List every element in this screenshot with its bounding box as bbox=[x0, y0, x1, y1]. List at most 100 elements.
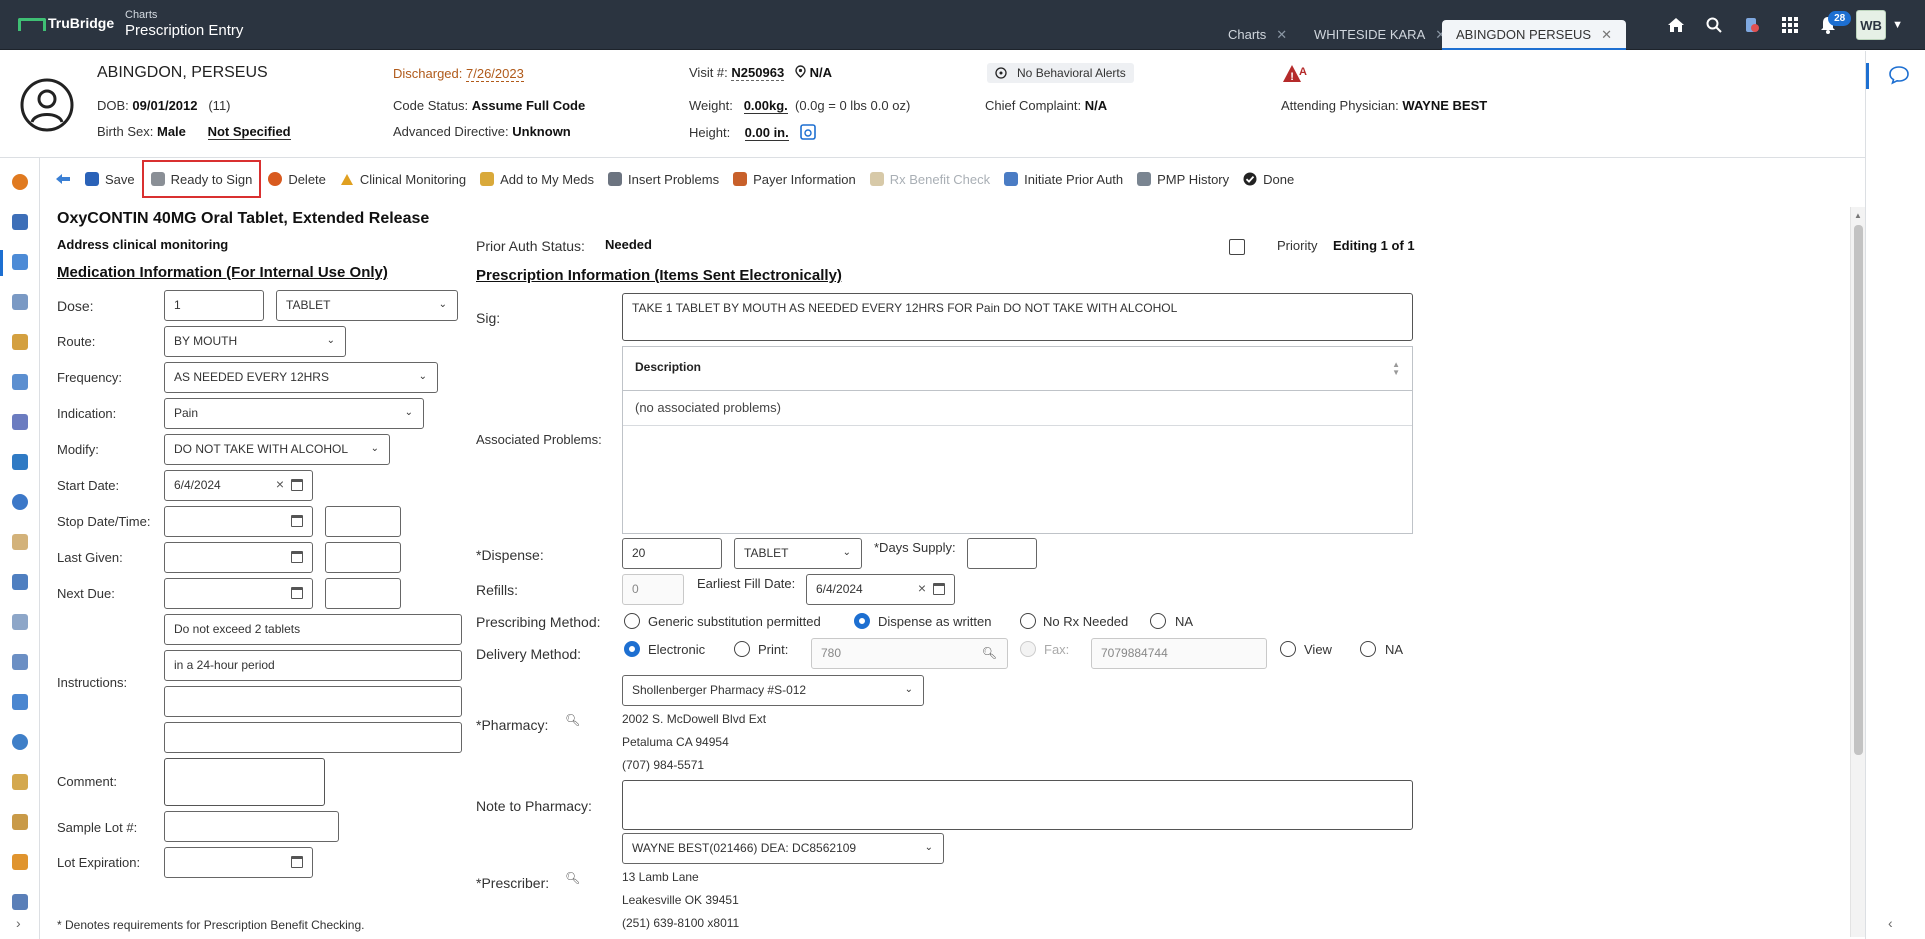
discharged-date[interactable]: 7/26/2023 bbox=[466, 66, 524, 82]
back-button[interactable] bbox=[48, 160, 78, 198]
modify-select[interactable]: DO NOT TAKE WITH ALCOHOL ⌄ bbox=[164, 434, 390, 465]
height-value[interactable]: 0.00 in. bbox=[744, 125, 789, 141]
education-icon[interactable] bbox=[12, 774, 28, 790]
clear-icon[interactable]: × bbox=[918, 580, 926, 596]
days-supply-input[interactable] bbox=[967, 538, 1037, 569]
refills-input[interactable]: 0 bbox=[622, 574, 684, 605]
weight-value[interactable]: 0.00kg. bbox=[743, 98, 788, 114]
dose-unit-select[interactable]: TABLET ⌄ bbox=[276, 290, 458, 321]
stop-time-input[interactable] bbox=[325, 506, 401, 537]
fax-delivery-radio[interactable] bbox=[1020, 641, 1036, 657]
close-icon[interactable]: ✕ bbox=[1601, 27, 1612, 42]
tab-abingdon-perseus[interactable]: ABINGDON PERSEUS ✕ bbox=[1442, 20, 1626, 50]
behavioral-alerts-badge[interactable]: No Behavioral Alerts bbox=[987, 63, 1134, 83]
priority-checkbox[interactable] bbox=[1229, 239, 1245, 255]
tab-charts[interactable]: Charts ✕ bbox=[1214, 20, 1301, 50]
user-avatar[interactable]: WB bbox=[1856, 10, 1887, 40]
earliest-fill-date-input[interactable]: 6/4/2024 × bbox=[806, 574, 955, 605]
allergy-alert-icon[interactable]: ! A bbox=[1282, 63, 1308, 85]
scrollbar-thumb[interactable] bbox=[1854, 225, 1863, 755]
description-column-header[interactable]: Description ▲ ▼ bbox=[623, 347, 1412, 391]
view-delivery-radio[interactable] bbox=[1280, 641, 1296, 657]
pmp-history-button[interactable]: PMP History bbox=[1130, 160, 1236, 198]
tab-whiteside-kara[interactable]: WHITESIDE KARA ✕ bbox=[1300, 20, 1460, 50]
no-rx-needed-radio[interactable] bbox=[1020, 613, 1036, 629]
lot-expiration-input[interactable] bbox=[164, 847, 313, 878]
injection-icon[interactable] bbox=[12, 534, 28, 550]
documents-icon[interactable] bbox=[12, 294, 28, 310]
patient-lookup-icon[interactable] bbox=[1742, 15, 1762, 35]
attachment-icon[interactable] bbox=[12, 694, 28, 710]
content-scrollbar[interactable]: ▲ bbox=[1850, 207, 1865, 937]
calendar-icon[interactable] bbox=[291, 515, 303, 527]
ready-to-sign-button[interactable]: Ready to Sign bbox=[141, 160, 262, 198]
notes-icon[interactable] bbox=[12, 614, 28, 630]
checklist-icon[interactable] bbox=[12, 414, 28, 430]
chat-icon[interactable] bbox=[1888, 65, 1910, 85]
search-icon[interactable]: 🔍︎ bbox=[982, 646, 997, 660]
prescriber-select[interactable]: WAYNE BEST(021466) DEA: DC8562109 ⌄ bbox=[622, 833, 944, 864]
close-icon[interactable]: ✕ bbox=[1276, 27, 1287, 42]
calendar-icon[interactable] bbox=[291, 551, 303, 563]
done-button[interactable]: Done bbox=[1236, 160, 1301, 198]
pharmacy-search-icon[interactable]: 🔍︎ bbox=[565, 713, 580, 727]
delivery-na-radio[interactable] bbox=[1360, 641, 1376, 657]
add-to-my-meds-button[interactable]: Add to My Meds bbox=[473, 160, 601, 198]
last-given-date-input[interactable] bbox=[164, 542, 313, 573]
clear-icon[interactable]: × bbox=[276, 476, 284, 492]
brand[interactable]: TruBridge bbox=[18, 15, 114, 31]
rx-benefit-check-button[interactable]: Rx Benefit Check bbox=[863, 160, 997, 198]
search-icon[interactable] bbox=[1704, 15, 1724, 35]
chevron-left-icon[interactable]: ‹ bbox=[1888, 915, 1893, 931]
start-date-input[interactable]: 6/4/2024 × bbox=[164, 470, 313, 501]
instructions-line-2[interactable]: in a 24-hour period bbox=[164, 650, 462, 681]
instructions-line-1[interactable]: Do not exceed 2 tablets bbox=[164, 614, 462, 645]
prescriptions-icon[interactable] bbox=[12, 254, 28, 270]
fax-number-input[interactable]: 7079884744 bbox=[1091, 638, 1267, 669]
payer-information-button[interactable]: Payer Information bbox=[726, 160, 863, 198]
save-button[interactable]: Save bbox=[78, 160, 142, 198]
prescribing-na-radio[interactable] bbox=[1150, 613, 1166, 629]
generic-substitution-radio[interactable] bbox=[624, 613, 640, 629]
calendar-icon[interactable] bbox=[291, 587, 303, 599]
electronic-delivery-radio[interactable] bbox=[624, 641, 640, 657]
next-due-date-input[interactable] bbox=[164, 578, 313, 609]
scroll-up-icon[interactable]: ▲ bbox=[1854, 211, 1862, 220]
results-icon[interactable] bbox=[12, 334, 28, 350]
dispense-quantity-input[interactable]: 20 bbox=[622, 538, 722, 569]
stop-date-input[interactable] bbox=[164, 506, 313, 537]
calendar-icon[interactable] bbox=[291, 856, 303, 868]
note-to-pharmacy-input[interactable] bbox=[622, 780, 1413, 830]
apps-grid-icon[interactable] bbox=[1780, 15, 1800, 35]
next-due-time-input[interactable] bbox=[325, 578, 401, 609]
sort-icon[interactable]: ▲ ▼ bbox=[1392, 361, 1400, 377]
visit-number[interactable]: N250963 bbox=[731, 65, 785, 81]
sig-input[interactable]: TAKE 1 TABLET BY MOUTH AS NEEDED EVERY 1… bbox=[622, 293, 1413, 341]
delete-button[interactable]: Delete bbox=[261, 160, 333, 198]
last-given-time-input[interactable] bbox=[325, 542, 401, 573]
initiate-prior-auth-button[interactable]: Initiate Prior Auth bbox=[997, 160, 1130, 198]
notifications-bell-icon[interactable]: 28 bbox=[1818, 11, 1852, 35]
pharmacy-select[interactable]: Shollenberger Pharmacy #S-012 ⌄ bbox=[622, 675, 924, 706]
print-delivery-radio[interactable] bbox=[734, 641, 750, 657]
history-icon[interactable] bbox=[12, 734, 28, 750]
instructions-line-3[interactable] bbox=[164, 686, 462, 717]
reports-icon[interactable] bbox=[12, 854, 28, 870]
indication-select[interactable]: Pain ⌄ bbox=[164, 398, 424, 429]
print-location-input[interactable]: 780 🔍︎ bbox=[811, 638, 1008, 669]
comment-input[interactable] bbox=[164, 758, 325, 806]
insert-problems-button[interactable]: Insert Problems bbox=[601, 160, 726, 198]
measure-icon[interactable] bbox=[799, 124, 816, 140]
calendar-icon[interactable] bbox=[12, 454, 28, 470]
vitals-icon[interactable] bbox=[12, 374, 28, 390]
globe-icon[interactable] bbox=[12, 494, 28, 510]
prescriber-search-icon[interactable]: 🔍︎ bbox=[565, 871, 580, 885]
frequency-select[interactable]: AS NEEDED EVERY 12HRS ⌄ bbox=[164, 362, 438, 393]
dose-input[interactable]: 1 bbox=[164, 290, 264, 321]
instructions-line-4[interactable] bbox=[164, 722, 462, 753]
more-icon[interactable] bbox=[12, 894, 28, 910]
care-team-icon[interactable] bbox=[12, 814, 28, 830]
chevron-down-icon[interactable]: ▼ bbox=[1892, 19, 1903, 31]
gender-link[interactable]: Not Specified bbox=[207, 124, 291, 140]
provider-icon[interactable] bbox=[12, 574, 28, 590]
